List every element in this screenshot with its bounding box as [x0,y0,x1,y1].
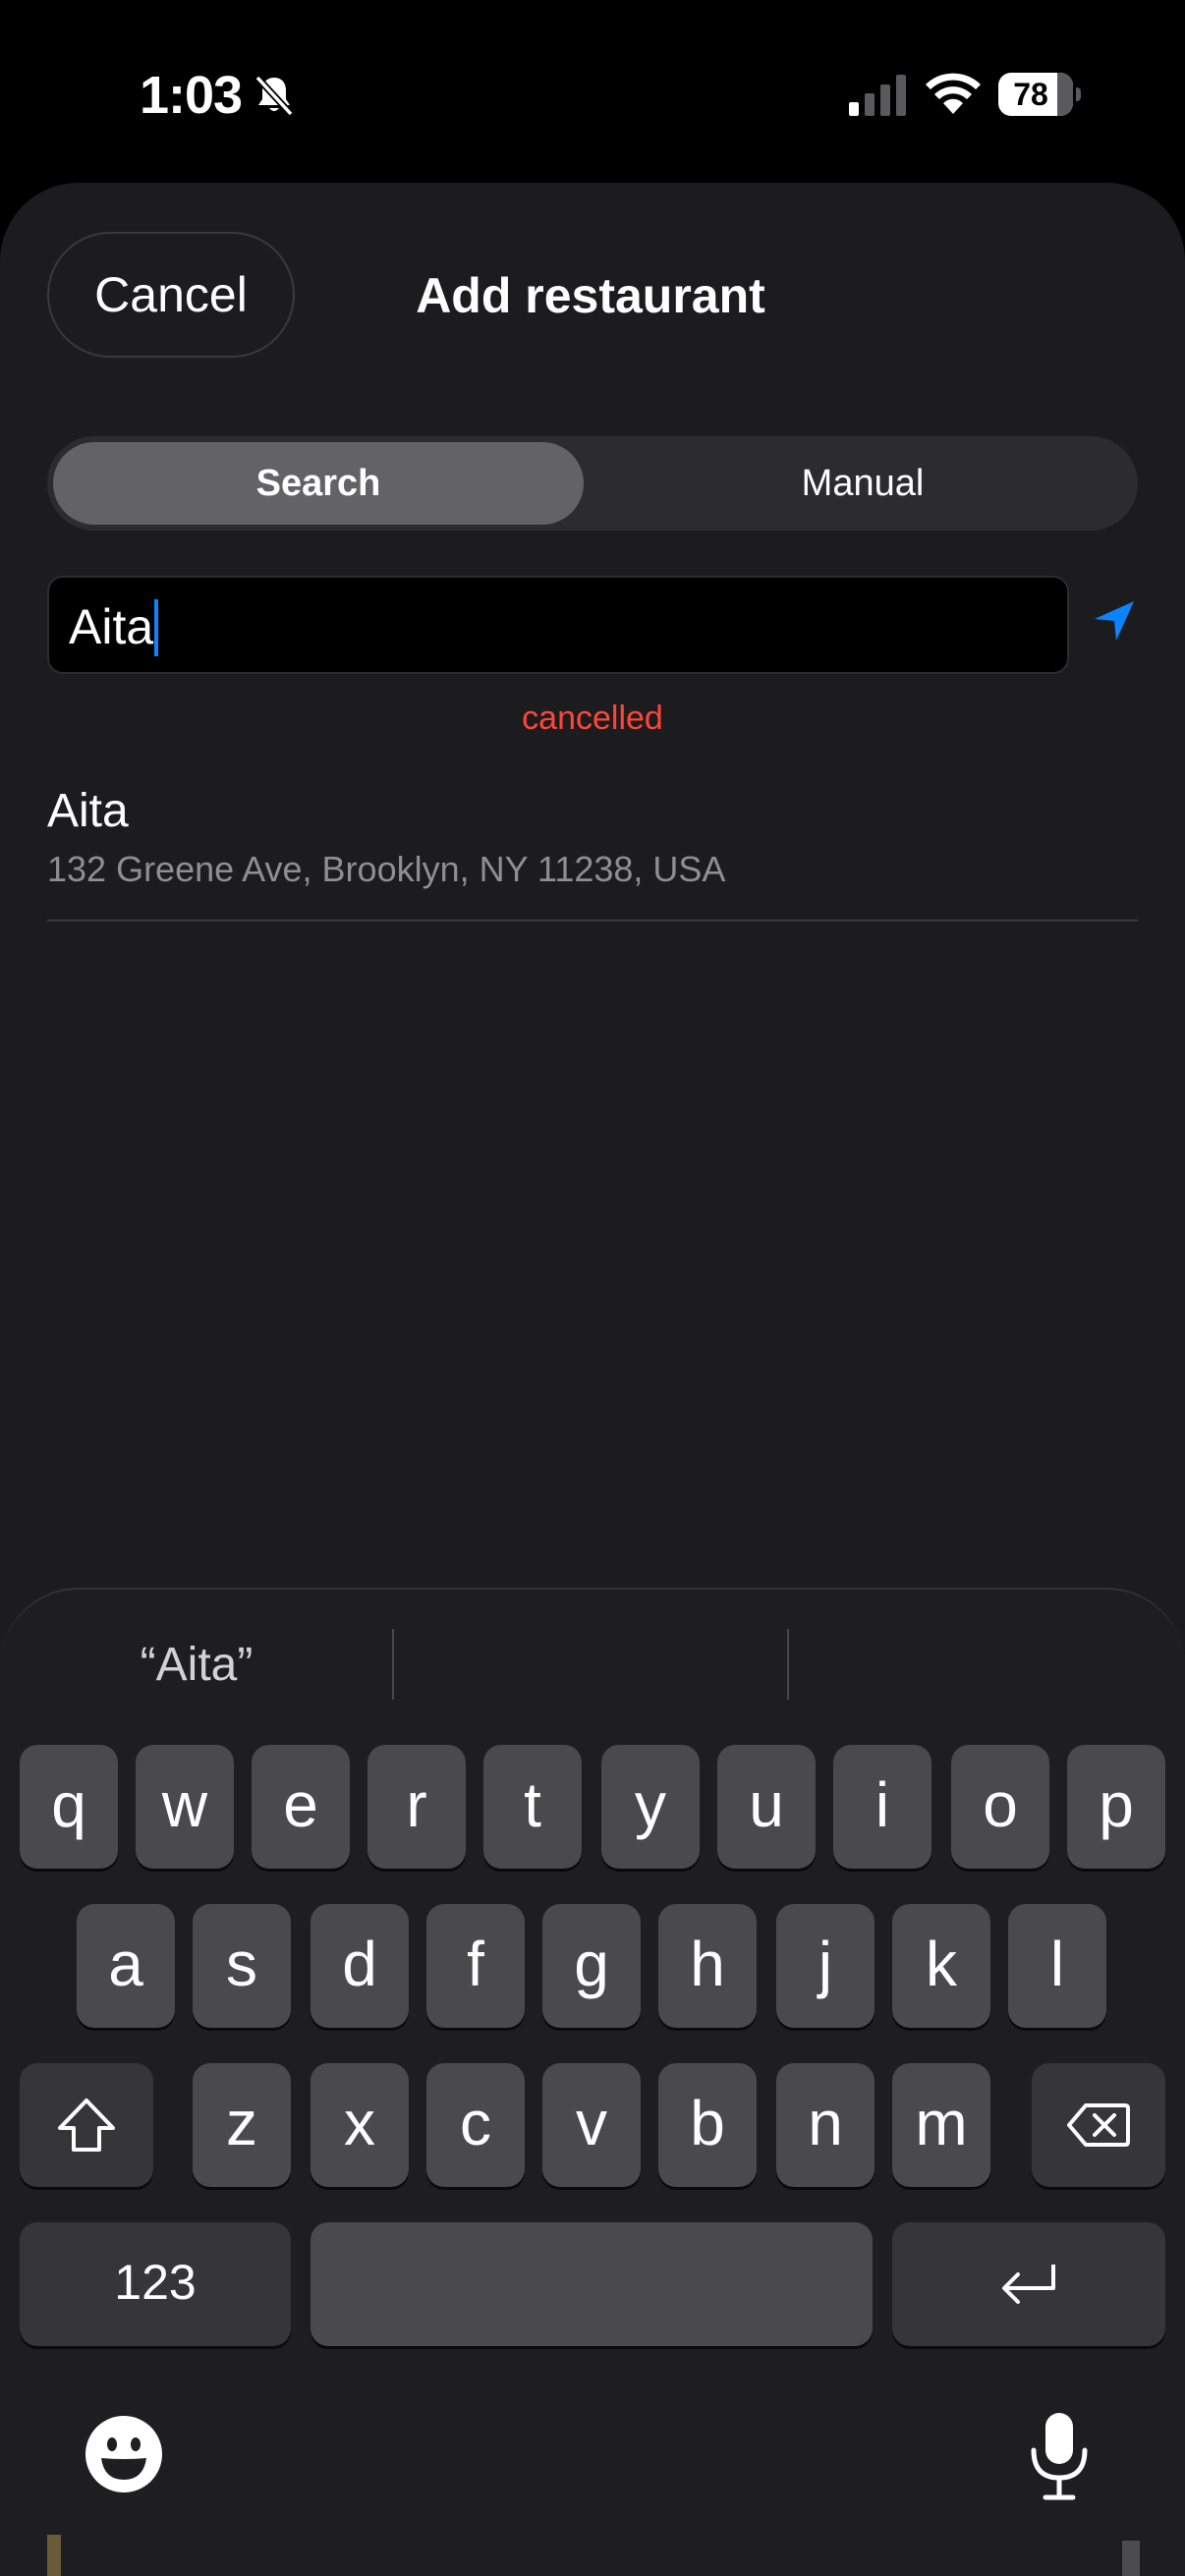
segment-search[interactable]: Search [53,442,584,525]
key-s[interactable]: s [193,1904,291,2028]
cellular-signal-icon [849,75,906,116]
key-e[interactable]: e [252,1745,350,1869]
status-message: cancelled [522,700,663,737]
key-k[interactable]: k [892,1904,990,2028]
numbers-key[interactable]: 123 [20,2222,291,2346]
battery-icon: 78 [998,73,1081,116]
list-item[interactable]: Aita 132 Greene Ave, Brooklyn, NY 11238,… [47,784,1138,922]
result-address: 132 Greene Ave, Brooklyn, NY 11238, USA [47,849,726,889]
key-b[interactable]: b [658,2063,757,2187]
microphone-icon [1031,2413,1088,2500]
battery-level: 78 [1013,77,1048,112]
key-l[interactable]: l [1008,1904,1106,2028]
shift-icon [58,2099,115,2152]
key-n[interactable]: n [776,2063,875,2187]
return-icon [1002,2265,1055,2304]
status-bar: 1:03 78 [0,0,1185,187]
emoji-button[interactable] [83,2413,165,2495]
suggestion-1[interactable]: “Aita” [0,1625,393,1704]
keyboard: “Aita” q w e r t y u i o p a s d f g h j… [0,1588,1185,2576]
key-h[interactable]: h [658,1904,757,2028]
return-key[interactable] [892,2222,1165,2346]
status-time: 1:03 [140,66,243,125]
space-key[interactable] [310,2222,873,2346]
key-f[interactable]: f [426,1904,525,2028]
key-z[interactable]: z [193,2063,291,2187]
key-o[interactable]: o [951,1745,1049,1869]
key-i[interactable]: i [833,1745,931,1869]
dictation-button[interactable] [1016,2411,1102,2501]
key-x[interactable]: x [310,2063,409,2187]
backspace-icon [1067,2103,1130,2147]
shift-key[interactable] [20,2063,153,2187]
text-caret [154,598,159,656]
location-arrow-icon[interactable] [1089,595,1140,646]
wifi-icon [926,73,981,114]
key-u[interactable]: u [717,1745,816,1869]
key-w[interactable]: w [136,1745,234,1869]
background-peek [1122,2541,1140,2576]
key-c[interactable]: c [426,2063,525,2187]
suggestion-2[interactable] [395,1625,788,1704]
key-d[interactable]: d [310,1904,409,2028]
key-q[interactable]: q [20,1745,118,1869]
background-peek [47,2535,61,2576]
emoji-icon [85,2416,162,2492]
bell-slash-icon [254,75,294,117]
key-j[interactable]: j [776,1904,875,2028]
key-y[interactable]: y [601,1745,700,1869]
segment-manual[interactable]: Manual [593,442,1132,525]
backspace-key[interactable] [1032,2063,1165,2187]
search-input[interactable]: Aita [47,576,1069,674]
key-p[interactable]: p [1067,1745,1165,1869]
page-title: Add restaurant [416,268,765,323]
suggestion-divider [787,1629,789,1700]
search-input-value: Aita [69,599,154,654]
key-r[interactable]: r [367,1745,466,1869]
suggestion-divider [392,1629,394,1700]
result-name: Aita [47,785,129,837]
key-t[interactable]: t [483,1745,582,1869]
key-g[interactable]: g [542,1904,641,2028]
key-a[interactable]: a [77,1904,175,2028]
mode-segmented-control: Search Manual [47,436,1138,531]
key-v[interactable]: v [542,2063,641,2187]
suggestion-3[interactable] [790,1625,1183,1704]
key-m[interactable]: m [892,2063,990,2187]
